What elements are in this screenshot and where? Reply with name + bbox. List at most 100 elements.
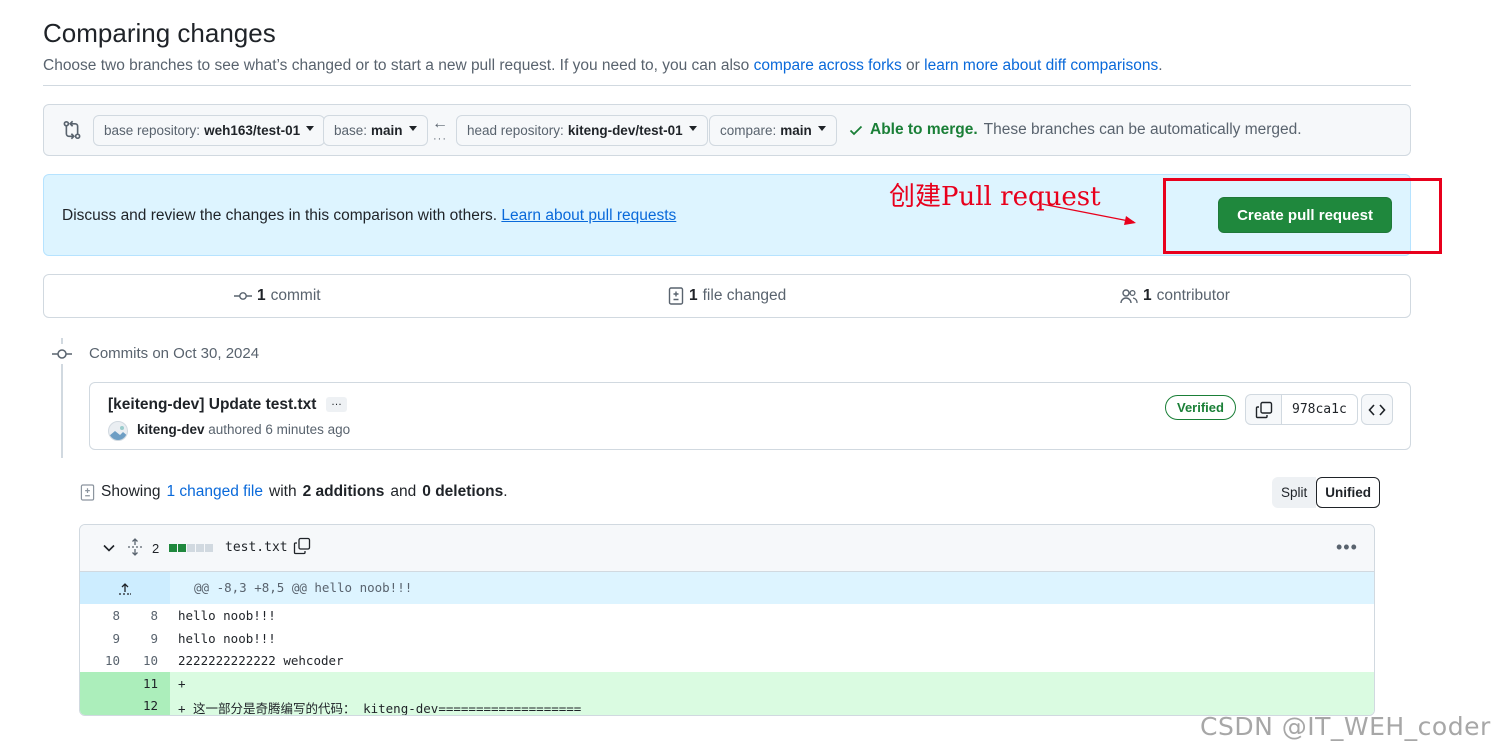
range-editor: base repository: weh163/test-01 base: main… xyxy=(43,104,1411,156)
copy-sha-button[interactable] xyxy=(1246,395,1282,424)
base-repository-select[interactable]: base repository: weh163/test-01 xyxy=(93,115,326,146)
banner-message: Discuss and review the changes in this c… xyxy=(62,207,502,224)
showing-label: Showing xyxy=(101,483,161,500)
verified-badge[interactable]: Verified xyxy=(1165,395,1236,420)
diff-view-toggle: Split Unified xyxy=(1272,477,1381,508)
caret-down-icon xyxy=(306,126,315,131)
copy-icon[interactable] xyxy=(293,537,311,555)
file-diff-icon xyxy=(668,287,684,305)
commit-sha-link[interactable]: 978ca1c xyxy=(1282,395,1357,424)
additions-count: 2 additions xyxy=(302,483,385,500)
file-diff-icon xyxy=(80,483,95,501)
contributors-label: contributor xyxy=(1156,287,1230,304)
base-repo-label: base repository: xyxy=(104,123,201,138)
base-branch-value: main xyxy=(371,123,403,138)
old-line-number[interactable]: 8 xyxy=(80,608,120,623)
annotation-highlight-box xyxy=(1163,178,1442,254)
divider xyxy=(43,85,1411,86)
subtitle-end: . xyxy=(1158,57,1163,74)
banner-text: Discuss and review the changes in this c… xyxy=(62,207,676,225)
diff-summary: Showing 1 changed file with 2 additions … xyxy=(80,483,508,501)
diff-line-code: + 这一部分是奇腾编写的代码： kiteng-dev==============… xyxy=(178,701,582,716)
subtitle-text: Choose two branches to see what’s change… xyxy=(43,57,754,74)
diff-line-code: + xyxy=(178,675,186,691)
learn-diff-comparisons-link[interactable]: learn more about diff comparisons xyxy=(924,57,1158,74)
commit-expand-button[interactable]: … xyxy=(326,397,347,412)
watermark: CSDN @IT_WEH_coder xyxy=(1200,712,1491,741)
expand-all-icon[interactable] xyxy=(127,538,143,556)
commits-summary[interactable]: 1 commit xyxy=(234,287,321,305)
expand-up-button[interactable] xyxy=(80,572,170,604)
diffstat-block-neutral xyxy=(187,544,195,552)
new-line-number[interactable]: 8 xyxy=(118,608,158,623)
commit-title-link[interactable]: [keiteng-dev] Update test.txt xyxy=(108,396,316,414)
new-line-number[interactable]: 11 xyxy=(118,676,158,691)
files-count: 1 xyxy=(689,287,698,304)
files-summary[interactable]: 1 file changed xyxy=(668,287,786,305)
compare-across-forks-link[interactable]: compare across forks xyxy=(754,57,902,74)
base-branch-select[interactable]: base: main xyxy=(323,115,428,146)
old-line-number[interactable]: 9 xyxy=(80,631,120,646)
diff-line-code: 2222222222222 wehcoder xyxy=(178,653,344,668)
changed-file-link[interactable]: 1 changed file xyxy=(166,483,263,501)
chevron-down-icon[interactable] xyxy=(102,541,116,555)
people-icon xyxy=(1120,289,1138,304)
merge-status: Able to merge. These branches can be aut… xyxy=(848,121,1302,139)
diff-line: 10 10 2222222222222 wehcoder xyxy=(80,649,1374,672)
hunk-header-text: @@ -8,3 +8,5 @@ hello noob!!! xyxy=(194,580,413,595)
split-view-button[interactable]: Split xyxy=(1272,477,1317,508)
commit-author-link[interactable]: kiteng-dev xyxy=(137,422,205,437)
base-branch-label: base: xyxy=(334,123,368,138)
commit-icon xyxy=(234,292,252,300)
diffstat-block-add xyxy=(178,544,186,552)
with-label: with xyxy=(269,483,297,500)
compare-summary: 1 commit 1 file changed 1 contributor xyxy=(43,274,1411,318)
caret-down-icon xyxy=(408,126,417,131)
merge-note-text: These branches can be automatically merg… xyxy=(983,121,1302,138)
commits-date-heading: Commits on Oct 30, 2024 xyxy=(89,345,260,362)
git-compare-icon xyxy=(63,120,81,140)
caret-down-icon xyxy=(817,126,826,131)
head-repo-value: kiteng-dev/test-01 xyxy=(567,123,683,138)
kebab-menu-icon[interactable]: ••• xyxy=(1336,537,1358,558)
deletions-count: 0 deletions xyxy=(422,483,504,500)
unified-view-button[interactable]: Unified xyxy=(1316,477,1381,508)
head-repo-label: head repository: xyxy=(467,123,564,138)
diff-line-added: 11 + xyxy=(80,671,1374,694)
page-subtitle: Choose two branches to see what’s change… xyxy=(43,57,1163,75)
subtitle-text-mid: or xyxy=(901,57,925,74)
contributors-count: 1 xyxy=(1143,287,1152,304)
avatar[interactable] xyxy=(108,421,128,441)
page-title: Comparing changes xyxy=(43,18,276,48)
old-line-number[interactable]: 10 xyxy=(80,653,120,668)
new-line-number[interactable]: 12 xyxy=(118,698,158,713)
file-name-link[interactable]: test.txt xyxy=(225,540,288,555)
file-header: 2 test.txt ••• xyxy=(80,525,1374,572)
diffstat-block-add xyxy=(169,544,177,552)
commit-authored-time: authored 6 minutes ago xyxy=(208,422,351,437)
head-repository-select[interactable]: head repository: kiteng-dev/test-01 xyxy=(456,115,708,146)
diffstat-bar xyxy=(169,544,213,552)
diff-line: 8 8 hello noob!!! xyxy=(80,604,1374,627)
learn-pull-requests-link[interactable]: Learn about pull requests xyxy=(501,207,676,224)
summary-end: . xyxy=(503,483,508,500)
diff-line: 9 9 hello noob!!! xyxy=(80,627,1374,650)
file-change-count: 2 xyxy=(152,541,160,556)
contributors-summary[interactable]: 1 contributor xyxy=(1120,287,1230,305)
merge-ok-text: Able to merge. xyxy=(870,121,978,138)
browse-repository-button[interactable] xyxy=(1361,394,1393,425)
code-icon xyxy=(1368,403,1386,416)
diffstat-block-neutral xyxy=(205,544,213,552)
hunk-header: @@ -8,3 +8,5 @@ hello noob!!! xyxy=(80,572,1374,604)
diff-line-code: hello noob!!! xyxy=(178,630,276,646)
file-diff: 2 test.txt ••• @@ -8,3 +8,5 @@ hello noo… xyxy=(79,524,1375,716)
files-label: file changed xyxy=(702,287,787,304)
annotation-arrow-icon xyxy=(1041,203,1136,225)
commit-meta: kiteng-dev authored 6 minutes ago xyxy=(137,422,350,437)
commit-icon xyxy=(52,344,72,364)
new-line-number[interactable]: 10 xyxy=(118,653,158,668)
compare-branch-select[interactable]: compare: main xyxy=(709,115,837,146)
base-repo-value: weh163/test-01 xyxy=(204,123,301,138)
arrow-left-icon: ← xyxy=(432,115,448,132)
new-line-number[interactable]: 9 xyxy=(118,631,158,646)
